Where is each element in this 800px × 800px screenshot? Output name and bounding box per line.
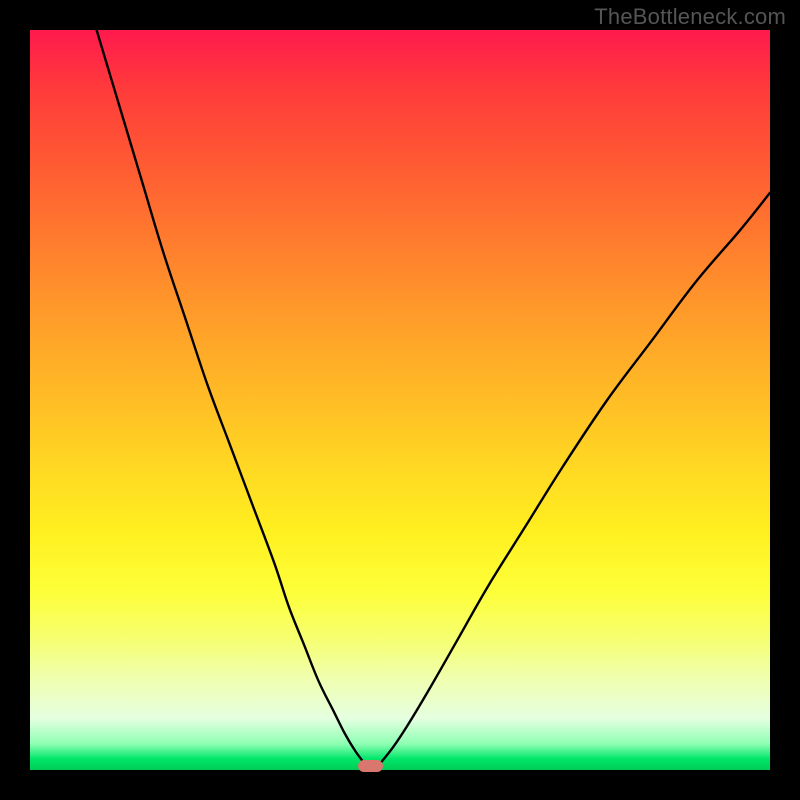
curve-left-branch — [97, 30, 367, 766]
chart-frame: TheBottleneck.com — [0, 0, 800, 800]
watermark-text: TheBottleneck.com — [594, 4, 786, 30]
curve-svg — [30, 30, 770, 770]
curve-right-branch — [378, 193, 770, 767]
min-marker — [358, 760, 383, 772]
plot-area — [30, 30, 770, 770]
